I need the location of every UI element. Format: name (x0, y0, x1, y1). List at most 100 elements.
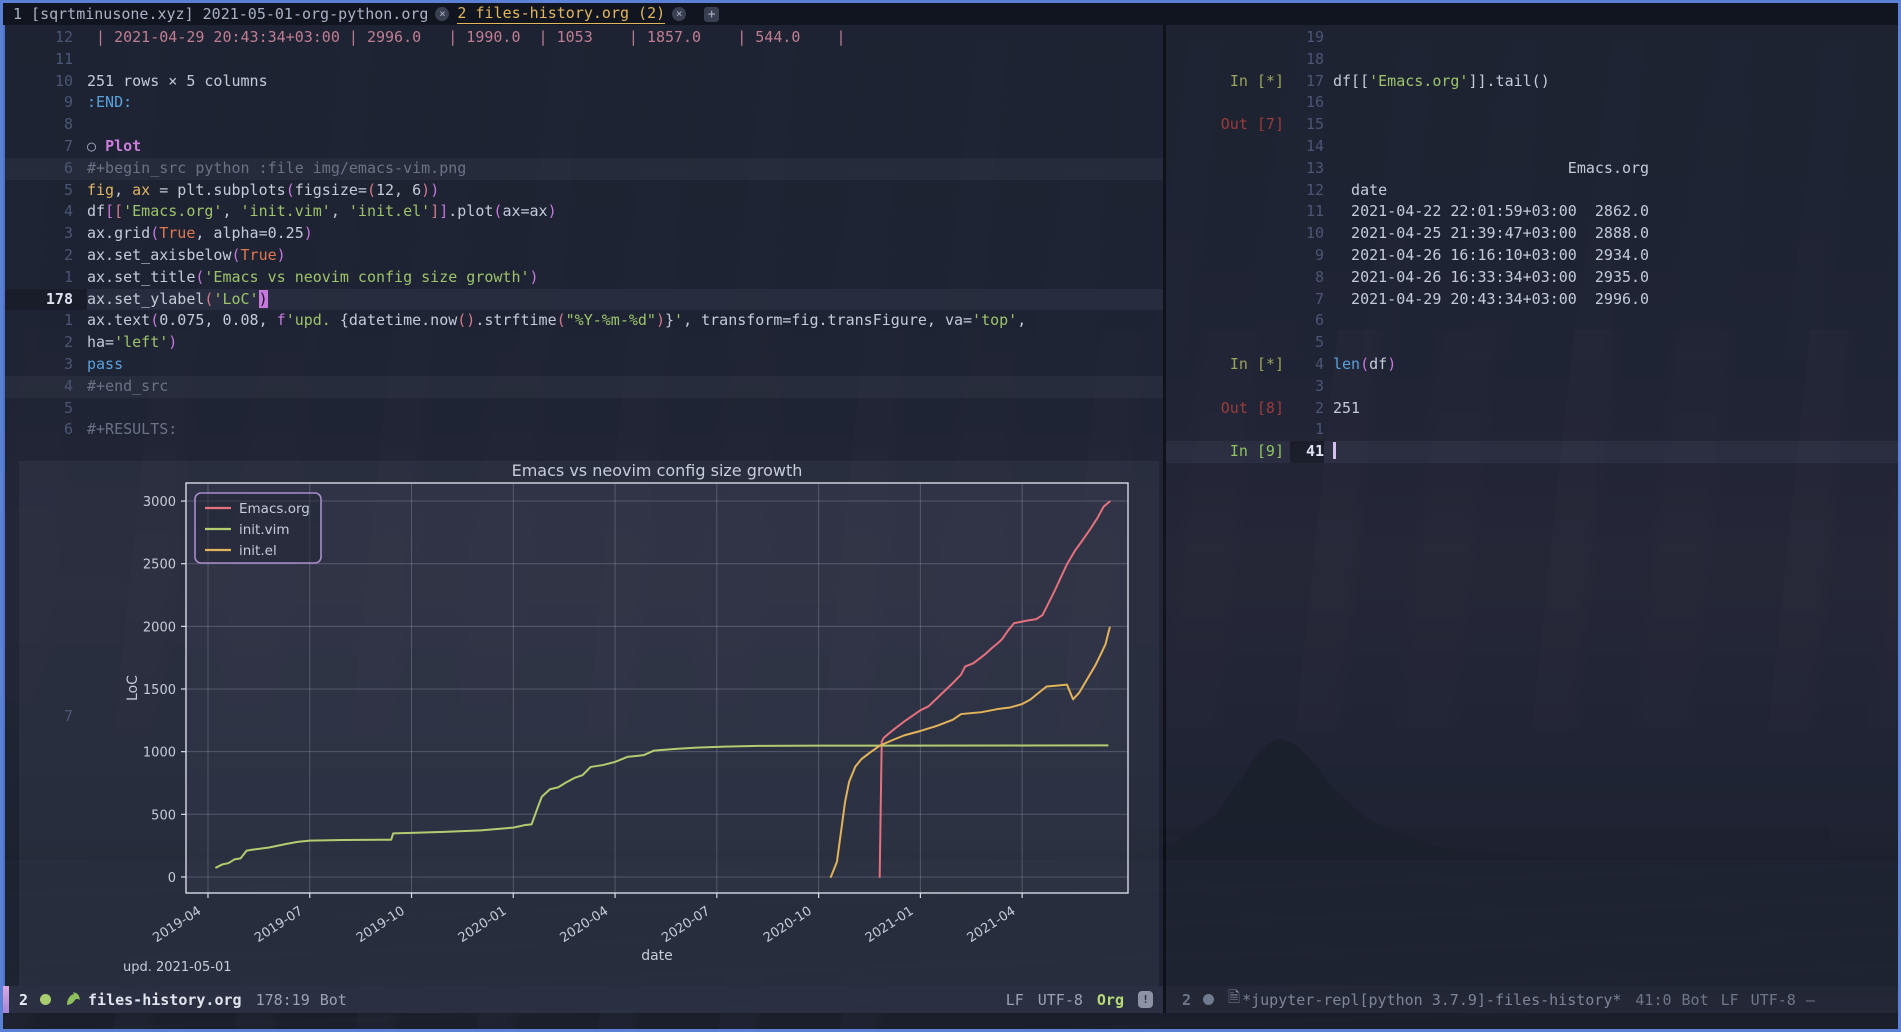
eol-indicator: LF (1006, 991, 1024, 1009)
buffer-line[interactable]: 3pass (5, 354, 1163, 376)
line-text: 2021-04-22 22:01:59+03:00 2862.0 (1333, 201, 1649, 223)
buffer-line[interactable]: Out [7]15 (1166, 114, 1898, 136)
buffer-line[interactable]: 9:END: (5, 92, 1163, 114)
repl-prompt-label: In [*] (1166, 354, 1290, 376)
line-text: df[['Emacs.org', 'init.vim', 'init.el']]… (87, 201, 557, 223)
buffer-line[interactable]: 178ax.set_ylabel('LoC') (5, 289, 1163, 311)
repl-prompt-margin (1166, 419, 1290, 441)
line-number: 19 (1290, 27, 1324, 49)
scroll-position: Bot (320, 991, 347, 1009)
buffer-line[interactable]: 19 (1166, 27, 1898, 49)
major-mode[interactable]: Org (1097, 991, 1124, 1009)
notifications-icon[interactable]: ! (1138, 991, 1153, 1008)
buffer-line[interactable]: 6#+RESULTS: (5, 419, 1163, 441)
line-text: 2021-04-26 16:16:10+03:00 2934.0 (1333, 245, 1649, 267)
window-jupyter-repl: 1918In [*]17df[['Emacs.org']].tail()16Ou… (1166, 25, 1898, 1013)
buffer-line[interactable]: 7○ Plot (5, 136, 1163, 158)
buffer-line[interactable]: 1ax.set_title('Emacs vs neovim config si… (5, 267, 1163, 289)
line-text: Emacs.org (1333, 158, 1649, 180)
buffer-line[interactable]: 16 (1166, 92, 1898, 114)
repl-prompt-label: Out [8] (1166, 398, 1290, 420)
buffer-name: *jupyter-repl[python 3.7.9]-files-histor… (1242, 991, 1621, 1009)
line-number: 1 (1290, 419, 1324, 441)
repl-prompt-margin (1166, 223, 1290, 245)
line-number: 6 (1290, 310, 1324, 332)
repl-prompt-margin (1166, 136, 1290, 158)
tab-close-icon[interactable]: × (672, 7, 686, 21)
buffer-line[interactable]: In [*]4 len(df) (1166, 354, 1898, 376)
line-text: #+end_src (87, 376, 168, 398)
line-text: | 2021-04-29 20:43:34+03:00 | 2996.0 | 1… (87, 27, 846, 49)
buffer-line[interactable]: 11 (5, 49, 1163, 71)
buffer-line[interactable]: 2ha='left') (5, 332, 1163, 354)
org-buffer-area[interactable]: 12 | 2021-04-29 20:43:34+03:00 | 2996.0 … (3, 25, 1163, 986)
buffer-line[interactable]: 1 (1166, 419, 1898, 441)
buffer-line[interactable]: 3 (1166, 376, 1898, 398)
buffer-line[interactable]: 10251 rows × 5 columns (5, 71, 1163, 93)
buffer-line[interactable]: 5 (5, 398, 1163, 420)
line-number: 11 (1290, 201, 1324, 223)
line-number: 3 (1290, 376, 1324, 398)
buffer-line[interactable]: 3ax.grid(True, alpha=0.25) (5, 223, 1163, 245)
line-text: ax.text(0.075, 0.08, f'upd. {datetime.no… (87, 310, 1026, 332)
line-number: 4 (1290, 354, 1324, 376)
repl-buffer-text[interactable]: 1918In [*]17df[['Emacs.org']].tail()16Ou… (1166, 25, 1898, 986)
svg-text:2019-10: 2019-10 (354, 904, 408, 946)
line-number: 10 (5, 71, 87, 93)
buffer-line[interactable]: In [9]41 (1166, 441, 1898, 463)
svg-text:date: date (641, 948, 673, 964)
modeline-right[interactable]: 2 🗎 *jupyter-repl[python 3.7.9]-files-hi… (1166, 986, 1898, 1013)
scroll-position: Bot (1682, 991, 1709, 1009)
svg-text:1500: 1500 (143, 683, 176, 698)
line-number: 5 (5, 398, 87, 420)
line-text: ax.set_title('Emacs vs neovim config siz… (87, 267, 539, 289)
line-number: 9 (5, 92, 87, 114)
line-text: ax.set_ylabel('LoC') (87, 289, 268, 311)
buffer-line[interactable]: 4#+end_src (5, 376, 1163, 398)
buffer-line[interactable]: 5 (1166, 332, 1898, 354)
repl-prompt-margin (1166, 92, 1290, 114)
line-text: 251 rows × 5 columns (87, 71, 268, 93)
line-number: 15 (1290, 114, 1324, 136)
buffer-line[interactable]: 10 2021-04-25 21:39:47+03:00 2888.0 (1166, 223, 1898, 245)
buffer-line[interactable]: 9 2021-04-26 16:16:10+03:00 2934.0 (1166, 245, 1898, 267)
tab-files-history[interactable]: 2 files-history.org (2) × (455, 3, 692, 25)
buffer-line[interactable]: 5fig, ax = plt.subplots(figsize=(12, 6)) (5, 180, 1163, 202)
modeline-trailing: – (1806, 991, 1815, 1009)
buffer-line[interactable]: 8 (5, 114, 1163, 136)
buffer-name: files-history.org (88, 991, 242, 1009)
new-tab-button[interactable]: + (704, 7, 719, 22)
buffer-line[interactable]: 11 2021-04-22 22:01:59+03:00 2862.0 (1166, 201, 1898, 223)
buffer-line[interactable]: 12 date (1166, 180, 1898, 202)
line-number: 11 (5, 49, 87, 71)
buffer-line[interactable]: 6 (1166, 310, 1898, 332)
buffer-line[interactable]: 14 (1166, 136, 1898, 158)
repl-buffer-area[interactable]: 1918In [*]17df[['Emacs.org']].tail()16Ou… (1166, 25, 1898, 986)
tab-org-python[interactable]: 1 [sqrtminusone.xyz] 2021-05-01-org-pyth… (11, 3, 455, 25)
svg-text:upd. 2021-05-01: upd. 2021-05-01 (123, 960, 232, 975)
line-text: #+RESULTS: (87, 419, 177, 441)
line-text: len(df) (1333, 354, 1396, 376)
buffer-line[interactable]: 1ax.text(0.075, 0.08, f'upd. {datetime.n… (5, 310, 1163, 332)
buffer-line[interactable]: 18 (1166, 49, 1898, 71)
buffer-line[interactable]: 4df[['Emacs.org', 'init.vim', 'init.el']… (5, 201, 1163, 223)
tab-bar: 1 [sqrtminusone.xyz] 2021-05-01-org-pyth… (3, 3, 1898, 25)
buffer-line[interactable]: 8 2021-04-26 16:33:34+03:00 2935.0 (1166, 267, 1898, 289)
buffer-line[interactable]: 2ax.set_axisbelow(True) (5, 245, 1163, 267)
buffer-line[interactable]: 12 | 2021-04-29 20:43:34+03:00 | 2996.0 … (5, 27, 1163, 49)
matplotlib-figure: 7 2019-042019-072019-102020-012020-04202… (19, 461, 1159, 986)
line-number: 12 (1290, 180, 1324, 202)
svg-text:1000: 1000 (143, 746, 176, 761)
tab-close-icon[interactable]: × (435, 7, 449, 21)
repl-prompt-margin (1166, 267, 1290, 289)
figure-line-number: 7 (5, 707, 87, 725)
line-number: 7 (1290, 289, 1324, 311)
buffer-line[interactable]: In [*]17df[['Emacs.org']].tail() (1166, 71, 1898, 93)
modeline-left[interactable]: 2 files-history.org 178:19 Bot LF UTF-8 … (3, 986, 1163, 1013)
buffer-line[interactable]: 6#+begin_src python :file img/emacs-vim.… (5, 158, 1163, 180)
buffer-line[interactable]: 7 2021-04-29 20:43:34+03:00 2996.0 (1166, 289, 1898, 311)
echo-area[interactable] (3, 1013, 1898, 1029)
svg-text:init.el: init.el (239, 543, 277, 559)
buffer-line[interactable]: 13 Emacs.org (1166, 158, 1898, 180)
buffer-line[interactable]: Out [8]2251 (1166, 398, 1898, 420)
